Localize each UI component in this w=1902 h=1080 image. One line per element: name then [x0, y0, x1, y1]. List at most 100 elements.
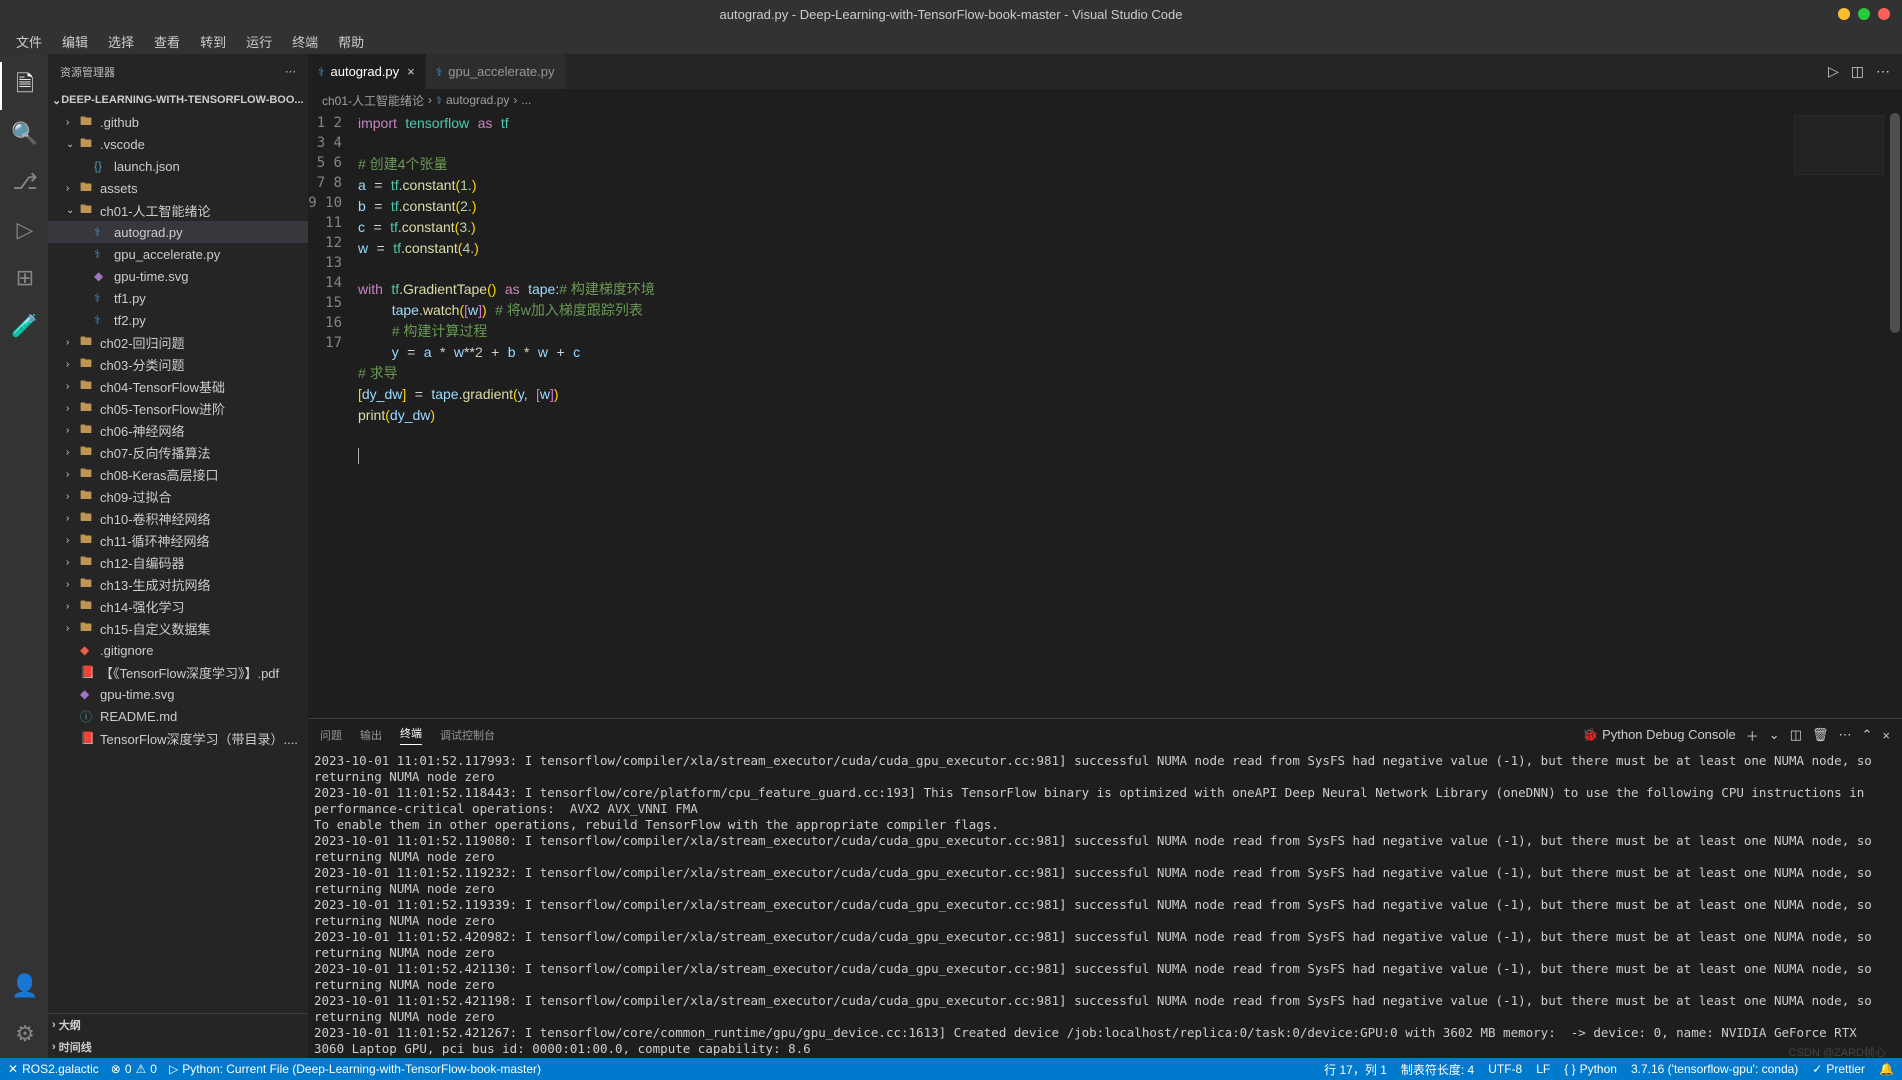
tree-item[interactable]: ⚕tf1.py: [48, 287, 308, 309]
account-icon[interactable]: 👤: [0, 962, 48, 1010]
tree-item[interactable]: ›🖿ch15-自定义数据集: [48, 617, 308, 639]
split-icon[interactable]: ◫: [1851, 63, 1864, 80]
tree-item[interactable]: ›🖿ch14-强化学习: [48, 595, 308, 617]
debug-console-label[interactable]: 🐞 Python Debug Console: [1582, 727, 1736, 743]
problems-indicator[interactable]: ⊗ 0 ⚠ 0: [111, 1062, 157, 1076]
explorer-title: 资源管理器: [60, 64, 115, 80]
tree-item[interactable]: ⓘREADME.md: [48, 705, 308, 727]
tree-item[interactable]: ◆.gitignore: [48, 639, 308, 661]
project-header[interactable]: ⌄DEEP-LEARNING-WITH-TENSORFLOW-BOO...: [48, 89, 308, 111]
more-icon[interactable]: ⋯: [285, 65, 296, 78]
menu-选择[interactable]: 选择: [100, 30, 142, 53]
tree-item[interactable]: ›🖿ch04-TensorFlow基础: [48, 375, 308, 397]
maximize-panel-icon[interactable]: ⌃: [1862, 727, 1873, 743]
panel-tab[interactable]: 终端: [400, 725, 422, 745]
menu-查看[interactable]: 查看: [146, 30, 188, 53]
terminal[interactable]: 2023-10-01 11:01:52.117993: I tensorflow…: [308, 751, 1902, 1058]
tree-item[interactable]: 📕TensorFlow深度学习（带目录）....: [48, 727, 308, 749]
editor-tab[interactable]: ⚕autograd.py×: [308, 54, 426, 89]
tree-item[interactable]: ›🖿ch11-循环神经网络: [48, 529, 308, 551]
testing-icon[interactable]: 🧪: [0, 302, 48, 350]
tree-item[interactable]: ›🖿ch08-Keras高层接口: [48, 463, 308, 485]
tree-item[interactable]: ›🖿ch06-神经网络: [48, 419, 308, 441]
menu-编辑[interactable]: 编辑: [54, 30, 96, 53]
panel-tab[interactable]: 输出: [360, 727, 382, 743]
python-interpreter[interactable]: 3.7.16 ('tensorflow-gpu': conda): [1631, 1061, 1798, 1078]
indent-indicator[interactable]: 制表符长度: 4: [1401, 1061, 1474, 1078]
menu-运行[interactable]: 运行: [238, 30, 280, 53]
panel-tab[interactable]: 问题: [320, 727, 342, 743]
window-title: autograd.py - Deep-Learning-with-TensorF…: [720, 7, 1183, 22]
window-controls: [1838, 8, 1890, 20]
notifications-icon[interactable]: 🔔: [1879, 1061, 1894, 1078]
breadcrumb[interactable]: ch01-人工智能绪论› ⚕autograd.py› ...: [308, 89, 1902, 111]
tree-item[interactable]: ›🖿ch10-卷积神经网络: [48, 507, 308, 529]
editor-area: ⚕autograd.py×⚕gpu_accelerate.py ▷ ◫ ⋯ ch01-…: [308, 54, 1902, 1058]
tree-item[interactable]: ⌄🖿.vscode: [48, 133, 308, 155]
tree-item[interactable]: ›🖿ch03-分类问题: [48, 353, 308, 375]
sidebar: 资源管理器 ⋯ ⌄DEEP-LEARNING-WITH-TENSORFLOW-B…: [48, 54, 308, 1058]
cursor-position[interactable]: 行 17，列 1: [1324, 1061, 1387, 1078]
minimize-button[interactable]: [1838, 8, 1850, 20]
tree-item[interactable]: ›🖿ch07-反向传播算法: [48, 441, 308, 463]
activity-bar: 🗎 🔍 ⎇ ▷ ⊞ 🧪 👤 ⚙: [0, 54, 48, 1058]
tree-item[interactable]: ◆gpu-time.svg: [48, 265, 308, 287]
menu-转到[interactable]: 转到: [192, 30, 234, 53]
tree-item[interactable]: ◆gpu-time.svg: [48, 683, 308, 705]
eol-indicator[interactable]: LF: [1536, 1061, 1550, 1078]
tree-item[interactable]: 📕【《TensorFlow深度学习》】.pdf: [48, 661, 308, 683]
tree-item[interactable]: ⚕autograd.py: [48, 221, 308, 243]
settings-icon[interactable]: ⚙: [0, 1010, 48, 1058]
more-icon[interactable]: ⋯: [1876, 63, 1890, 80]
run-debug-icon[interactable]: ▷: [0, 206, 48, 254]
line-gutter: 1 2 3 4 5 6 7 8 9 10 11 12 13 14 15 16 1…: [308, 111, 358, 718]
outline-section[interactable]: › 大纲: [48, 1014, 308, 1036]
language-mode[interactable]: { } Python: [1564, 1061, 1617, 1078]
panel-tab[interactable]: 调试控制台: [440, 727, 495, 743]
status-bar: ✕ ROS2.galactic ⊗ 0 ⚠ 0 ▷ Python: Curren…: [0, 1058, 1902, 1080]
scrollbar-vertical[interactable]: [1888, 111, 1902, 718]
tree-item[interactable]: ›🖿ch02-回归问题: [48, 331, 308, 353]
minimap[interactable]: [1794, 115, 1884, 175]
watermark: CSDN @ZARD帧心: [1789, 1044, 1886, 1058]
tree-item[interactable]: ›🖿ch05-TensorFlow进阶: [48, 397, 308, 419]
menubar: 文件编辑选择查看转到运行终端帮助: [0, 28, 1902, 54]
editor[interactable]: 1 2 3 4 5 6 7 8 9 10 11 12 13 14 15 16 1…: [308, 111, 1902, 718]
close-icon[interactable]: ×: [407, 64, 415, 79]
editor-tab[interactable]: ⚕gpu_accelerate.py: [426, 54, 566, 89]
editor-tabs: ⚕autograd.py×⚕gpu_accelerate.py ▷ ◫ ⋯: [308, 54, 1902, 89]
tree-item[interactable]: ⌄🖿ch01-人工智能绪论: [48, 199, 308, 221]
tree-item[interactable]: ›🖿ch12-自编码器: [48, 551, 308, 573]
extensions-icon[interactable]: ⊞: [0, 254, 48, 302]
more-icon[interactable]: ⋯: [1839, 727, 1852, 743]
code-content[interactable]: import tensorflow as tf # 创建4个张量 a = tf.…: [358, 111, 1902, 718]
split-terminal-icon[interactable]: ◫: [1790, 727, 1802, 743]
new-terminal-icon[interactable]: ＋: [1746, 726, 1759, 745]
maximize-button[interactable]: [1858, 8, 1870, 20]
file-tree: ›🖿.github⌄🖿.vscode{}launch.json›🖿assets⌄…: [48, 111, 308, 1013]
debug-launch[interactable]: ▷ Python: Current File (Deep-Learning-wi…: [169, 1062, 541, 1076]
tree-item[interactable]: ›🖿assets: [48, 177, 308, 199]
tree-item[interactable]: ⚕gpu_accelerate.py: [48, 243, 308, 265]
encoding-indicator[interactable]: UTF-8: [1488, 1061, 1522, 1078]
menu-文件[interactable]: 文件: [8, 30, 50, 53]
menu-终端[interactable]: 终端: [284, 30, 326, 53]
titlebar: autograd.py - Deep-Learning-with-TensorF…: [0, 0, 1902, 28]
remote-indicator[interactable]: ✕ ROS2.galactic: [8, 1062, 99, 1076]
tree-item[interactable]: ›🖿ch13-生成对抗网络: [48, 573, 308, 595]
search-icon[interactable]: 🔍: [0, 110, 48, 158]
tree-item[interactable]: ›🖿.github: [48, 111, 308, 133]
source-control-icon[interactable]: ⎇: [0, 158, 48, 206]
menu-帮助[interactable]: 帮助: [330, 30, 372, 53]
tree-item[interactable]: ⚕tf2.py: [48, 309, 308, 331]
close-panel-icon[interactable]: ×: [1882, 728, 1890, 743]
chevron-down-icon[interactable]: ⌄: [1769, 727, 1780, 743]
explorer-icon[interactable]: 🗎: [0, 62, 48, 110]
tree-item[interactable]: {}launch.json: [48, 155, 308, 177]
close-button[interactable]: [1878, 8, 1890, 20]
prettier-status[interactable]: ✓ Prettier: [1812, 1061, 1865, 1078]
timeline-section[interactable]: › 时间线: [48, 1036, 308, 1058]
tree-item[interactable]: ›🖿ch09-过拟合: [48, 485, 308, 507]
trash-icon[interactable]: 🗑: [1812, 727, 1829, 743]
run-icon[interactable]: ▷: [1828, 63, 1839, 80]
